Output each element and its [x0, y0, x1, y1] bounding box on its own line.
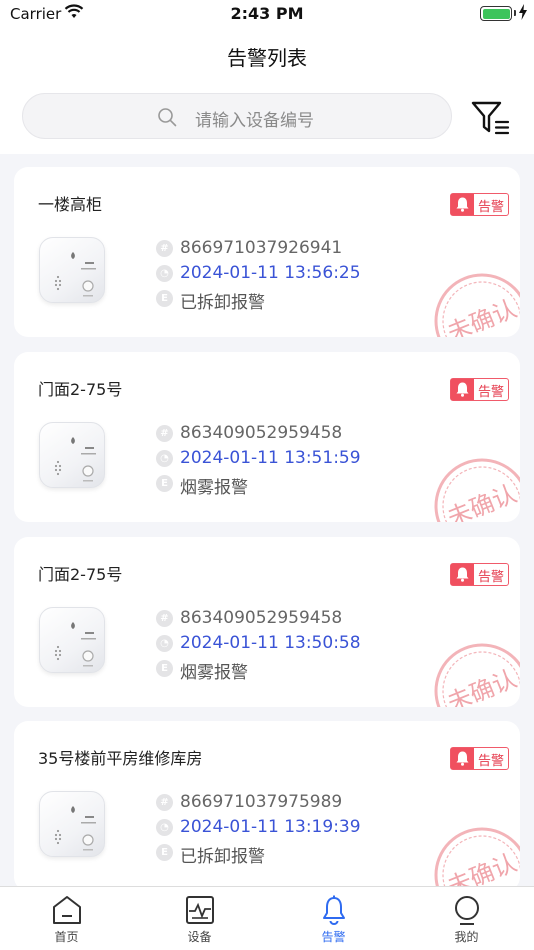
tab-bar: 首页 设备 告警 我的 — [0, 886, 534, 950]
tab-profile[interactable]: 我的 — [400, 887, 533, 950]
bell-icon — [451, 379, 474, 400]
page-title: 告警列表 — [227, 46, 307, 70]
battery-tip — [514, 10, 516, 16]
alarm-type: 已拆卸报警 — [180, 847, 265, 867]
alarm-badge-label: 告警 — [478, 570, 505, 585]
smoke-detector-image — [39, 791, 105, 857]
alarm-badge: 告警 — [450, 563, 509, 586]
bell-icon — [322, 895, 345, 925]
tab-device-label: 设备 — [187, 930, 212, 944]
clock: 2:43 PM — [230, 4, 304, 23]
tab-alarm-label: 告警 — [321, 930, 346, 944]
clock-icon: ◔ — [156, 265, 173, 282]
search-placeholder: 请输入设备编号 — [195, 111, 314, 131]
event-icon: E — [156, 290, 173, 307]
alarm-time: 2024-01-11 13:51:59 — [180, 448, 361, 468]
bell-icon — [451, 564, 474, 585]
nav-bar: 告警列表 — [0, 28, 534, 82]
svg-text:未确认: 未确认 — [443, 665, 520, 707]
alarm-card[interactable]: 门面2-75号 告警 # 863409052959458 ◔ 2024-01-1… — [14, 352, 520, 522]
alarm-badge-label: 告警 — [478, 200, 505, 215]
device-id: 866971037926941 — [180, 238, 343, 258]
tab-device[interactable]: 设备 — [133, 887, 266, 950]
alarm-time: 2024-01-11 13:56:25 — [180, 263, 361, 283]
filter-icon[interactable] — [470, 99, 512, 137]
alarm-type: 烟雾报警 — [180, 478, 248, 498]
svg-text:未确认: 未确认 — [443, 480, 520, 522]
bell-icon — [451, 194, 474, 215]
search-area: 请输入设备编号 — [0, 82, 534, 154]
smoke-detector-image — [39, 237, 105, 303]
clock-icon: ◔ — [156, 450, 173, 467]
unconfirmed-stamp: 未确认 — [434, 827, 520, 891]
hash-icon: # — [156, 240, 173, 257]
tab-profile-label: 我的 — [454, 930, 479, 944]
tab-home[interactable]: 首页 — [0, 887, 133, 950]
unconfirmed-stamp: 未确认 — [434, 458, 520, 522]
event-icon: E — [156, 660, 173, 677]
search-icon — [158, 108, 177, 127]
alarm-card[interactable]: 一楼高柜 告警 # 866971037926941 ◔ 2024-01-11 1… — [14, 167, 520, 337]
alarm-badge: 告警 — [450, 747, 509, 770]
device-location-name: 门面2-75号 — [38, 380, 123, 399]
alarm-badge-label: 告警 — [478, 754, 505, 769]
profile-icon — [454, 896, 479, 925]
tab-home-label: 首页 — [54, 930, 79, 944]
alarm-card[interactable]: 35号楼前平房维修库房 告警 # 866971037975989 ◔ 2024-… — [14, 721, 520, 891]
device-id: 866971037975989 — [180, 792, 343, 812]
device-id: 863409052959458 — [180, 423, 343, 443]
hash-icon: # — [156, 794, 173, 811]
alarm-badge-label: 告警 — [478, 385, 505, 400]
device-icon — [185, 896, 214, 924]
smoke-detector-image — [39, 422, 105, 488]
alarm-time: 2024-01-11 13:19:39 — [180, 817, 361, 837]
event-icon: E — [156, 844, 173, 861]
unconfirmed-stamp: 未确认 — [434, 643, 520, 707]
device-id: 863409052959458 — [180, 608, 343, 628]
alarm-type: 烟雾报警 — [180, 663, 248, 683]
device-location-name: 35号楼前平房维修库房 — [38, 749, 203, 768]
bell-icon — [451, 748, 474, 769]
clock-icon: ◔ — [156, 635, 173, 652]
event-icon: E — [156, 475, 173, 492]
alarm-time: 2024-01-11 13:50:58 — [180, 633, 361, 653]
svg-text:未确认: 未确认 — [443, 849, 520, 891]
device-location-name: 一楼高柜 — [38, 195, 103, 214]
unconfirmed-stamp: 未确认 — [434, 273, 520, 337]
device-location-name: 门面2-75号 — [38, 565, 123, 584]
alarm-badge: 告警 — [450, 378, 509, 401]
svg-text:未确认: 未确认 — [443, 295, 520, 337]
charging-icon — [519, 4, 527, 20]
tab-alarm[interactable]: 告警 — [267, 887, 400, 950]
home-icon — [52, 896, 81, 924]
search-input[interactable]: 请输入设备编号 — [22, 93, 452, 139]
hash-icon: # — [156, 610, 173, 627]
status-bar: Carrier 2:43 PM — [0, 0, 534, 28]
alarm-card[interactable]: 门面2-75号 告警 # 863409052959458 ◔ 2024-01-1… — [14, 537, 520, 707]
alarm-badge: 告警 — [450, 193, 509, 216]
clock-icon: ◔ — [156, 819, 173, 836]
hash-icon: # — [156, 425, 173, 442]
smoke-detector-image — [39, 607, 105, 673]
alarm-type: 已拆卸报警 — [180, 293, 265, 313]
battery-icon — [480, 6, 512, 21]
